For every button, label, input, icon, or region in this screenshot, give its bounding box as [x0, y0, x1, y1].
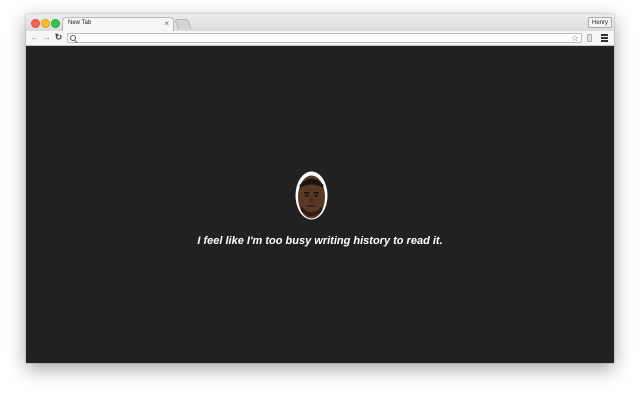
- quote-text: I feel like I'm too busy writing history…: [197, 235, 443, 247]
- browser-window: New Tab × Henry ← → ↻ ☆ I feel like I'm …: [26, 14, 614, 363]
- profile-button[interactable]: Henry: [587, 17, 612, 28]
- tab-title: New Tab: [68, 20, 92, 26]
- address-bar[interactable]: ☆: [67, 33, 582, 43]
- browser-toolbar: ← → ↻ ☆: [26, 31, 614, 46]
- reload-icon[interactable]: ↻: [53, 32, 64, 43]
- extension-icon[interactable]: [587, 34, 592, 42]
- menu-icon[interactable]: [601, 34, 608, 42]
- close-window-icon[interactable]: [31, 19, 40, 28]
- bookmark-star-icon[interactable]: ☆: [571, 32, 579, 44]
- face-sticker-image: [295, 171, 328, 220]
- forward-icon[interactable]: →: [41, 32, 52, 43]
- search-icon: [70, 35, 76, 41]
- tab-new-tab[interactable]: New Tab ×: [62, 17, 174, 31]
- back-icon[interactable]: ←: [29, 32, 40, 43]
- tab-close-icon[interactable]: ×: [164, 19, 169, 28]
- new-tab-button[interactable]: [174, 19, 192, 29]
- new-tab-page: I feel like I'm too busy writing history…: [26, 46, 614, 363]
- minimize-window-icon[interactable]: [41, 19, 50, 28]
- maximize-window-icon[interactable]: [51, 19, 60, 28]
- tab-strip: New Tab × Henry: [26, 14, 614, 31]
